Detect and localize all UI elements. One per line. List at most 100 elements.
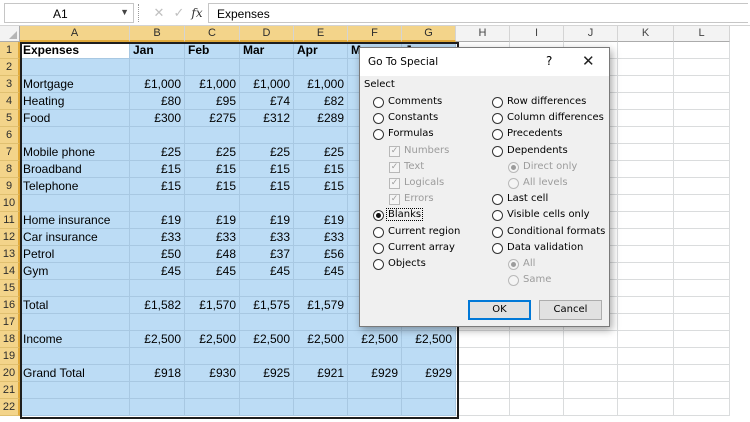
cell-a18[interactable]: Income <box>20 331 130 348</box>
cell-b4[interactable]: £80 <box>130 93 185 110</box>
row-header-18[interactable]: 18 <box>0 331 20 348</box>
cell-c16[interactable]: £1,570 <box>185 297 240 314</box>
row-header-20[interactable]: 20 <box>0 365 20 382</box>
cell-e7[interactable]: £25 <box>294 144 348 161</box>
cell-f22[interactable] <box>348 399 402 416</box>
cell-c17[interactable] <box>185 314 240 331</box>
column-header-e[interactable]: E <box>294 26 348 42</box>
name-box[interactable]: A1 ▼ <box>4 3 134 23</box>
cell-c10[interactable] <box>185 195 240 212</box>
cell-e13[interactable]: £56 <box>294 246 348 263</box>
radio-icon[interactable] <box>492 97 503 108</box>
cell-a7[interactable]: Mobile phone <box>20 144 130 161</box>
cell-c3[interactable]: £1,000 <box>185 76 240 93</box>
cell-g21[interactable] <box>402 382 456 399</box>
cell-k13[interactable] <box>618 246 674 263</box>
row-header-10[interactable]: 10 <box>0 195 20 212</box>
cell-l22[interactable] <box>674 399 730 416</box>
cell-l18[interactable] <box>674 331 730 348</box>
row-header-8[interactable]: 8 <box>0 161 20 178</box>
column-header-g[interactable]: G <box>402 26 456 42</box>
cell-k9[interactable] <box>618 178 674 195</box>
column-header-a[interactable]: A <box>20 26 130 42</box>
cell-j19[interactable] <box>564 348 618 365</box>
cell-d3[interactable]: £1,000 <box>240 76 294 93</box>
cell-l1[interactable] <box>674 42 730 59</box>
column-header-j[interactable]: J <box>564 26 618 42</box>
cell-b7[interactable]: £25 <box>130 144 185 161</box>
cell-d10[interactable] <box>240 195 294 212</box>
cell-a20[interactable]: Grand Total <box>20 365 130 382</box>
row-header-4[interactable]: 4 <box>0 93 20 110</box>
cell-a3[interactable]: Mortgage <box>20 76 130 93</box>
cell-d15[interactable] <box>240 280 294 297</box>
cell-b22[interactable] <box>130 399 185 416</box>
cell-d8[interactable]: £15 <box>240 161 294 178</box>
cell-b16[interactable]: £1,582 <box>130 297 185 314</box>
cell-l3[interactable] <box>674 76 730 93</box>
cell-e4[interactable]: £82 <box>294 93 348 110</box>
cell-f20[interactable]: £929 <box>348 365 402 382</box>
cell-c12[interactable]: £33 <box>185 229 240 246</box>
cell-c20[interactable]: £930 <box>185 365 240 382</box>
cell-a4[interactable]: Heating <box>20 93 130 110</box>
cell-c22[interactable] <box>185 399 240 416</box>
row-header-11[interactable]: 11 <box>0 212 20 229</box>
cell-d18[interactable]: £2,500 <box>240 331 294 348</box>
row-header-2[interactable]: 2 <box>0 59 20 76</box>
cell-l16[interactable] <box>674 297 730 314</box>
cell-a19[interactable] <box>20 348 130 365</box>
cell-k15[interactable] <box>618 280 674 297</box>
cell-e17[interactable] <box>294 314 348 331</box>
radio-icon[interactable] <box>492 210 503 222</box>
cell-k4[interactable] <box>618 93 674 110</box>
cell-a1[interactable]: Expenses <box>20 42 130 59</box>
select-all-corner[interactable] <box>0 26 20 42</box>
cell-j20[interactable] <box>564 365 618 382</box>
radio-icon[interactable] <box>492 242 503 254</box>
cell-k17[interactable] <box>618 314 674 331</box>
row-header-13[interactable]: 13 <box>0 246 20 263</box>
cell-e14[interactable]: £45 <box>294 263 348 280</box>
column-header-d[interactable]: D <box>240 26 294 42</box>
cell-b8[interactable]: £15 <box>130 161 185 178</box>
cell-h19[interactable] <box>456 348 510 365</box>
cell-l20[interactable] <box>674 365 730 382</box>
row-header-17[interactable]: 17 <box>0 314 20 331</box>
cell-j18[interactable] <box>564 331 618 348</box>
cell-b13[interactable]: £50 <box>130 246 185 263</box>
cell-a8[interactable]: Broadband <box>20 161 130 178</box>
radio-icon[interactable] <box>373 259 384 270</box>
cell-h20[interactable] <box>456 365 510 382</box>
cell-b12[interactable]: £33 <box>130 229 185 246</box>
cell-c15[interactable] <box>185 280 240 297</box>
row-header-14[interactable]: 14 <box>0 263 20 280</box>
cell-b10[interactable] <box>130 195 185 212</box>
cell-l19[interactable] <box>674 348 730 365</box>
row-header-7[interactable]: 7 <box>0 144 20 161</box>
cell-e22[interactable] <box>294 399 348 416</box>
cell-a14[interactable]: Gym <box>20 263 130 280</box>
cell-c2[interactable] <box>185 59 240 76</box>
cell-l7[interactable] <box>674 144 730 161</box>
cell-c8[interactable]: £15 <box>185 161 240 178</box>
cell-f18[interactable]: £2,500 <box>348 331 402 348</box>
cell-e18[interactable]: £2,500 <box>294 331 348 348</box>
cell-k8[interactable] <box>618 161 674 178</box>
cell-a21[interactable] <box>20 382 130 399</box>
cell-d2[interactable] <box>240 59 294 76</box>
cell-a2[interactable] <box>20 59 130 76</box>
cell-l11[interactable] <box>674 212 730 229</box>
cell-e19[interactable] <box>294 348 348 365</box>
cancel-entry-icon[interactable]: ✕ <box>152 5 166 21</box>
radio-icon[interactable] <box>492 145 503 157</box>
row-header-3[interactable]: 3 <box>0 76 20 93</box>
cell-a10[interactable] <box>20 195 130 212</box>
cell-b19[interactable] <box>130 348 185 365</box>
cell-b2[interactable] <box>130 59 185 76</box>
cell-b6[interactable] <box>130 127 185 144</box>
cell-e12[interactable]: £33 <box>294 229 348 246</box>
radio-icon[interactable] <box>373 242 384 254</box>
row-header-1[interactable]: 1 <box>0 42 20 59</box>
column-header-h[interactable]: H <box>456 26 510 42</box>
